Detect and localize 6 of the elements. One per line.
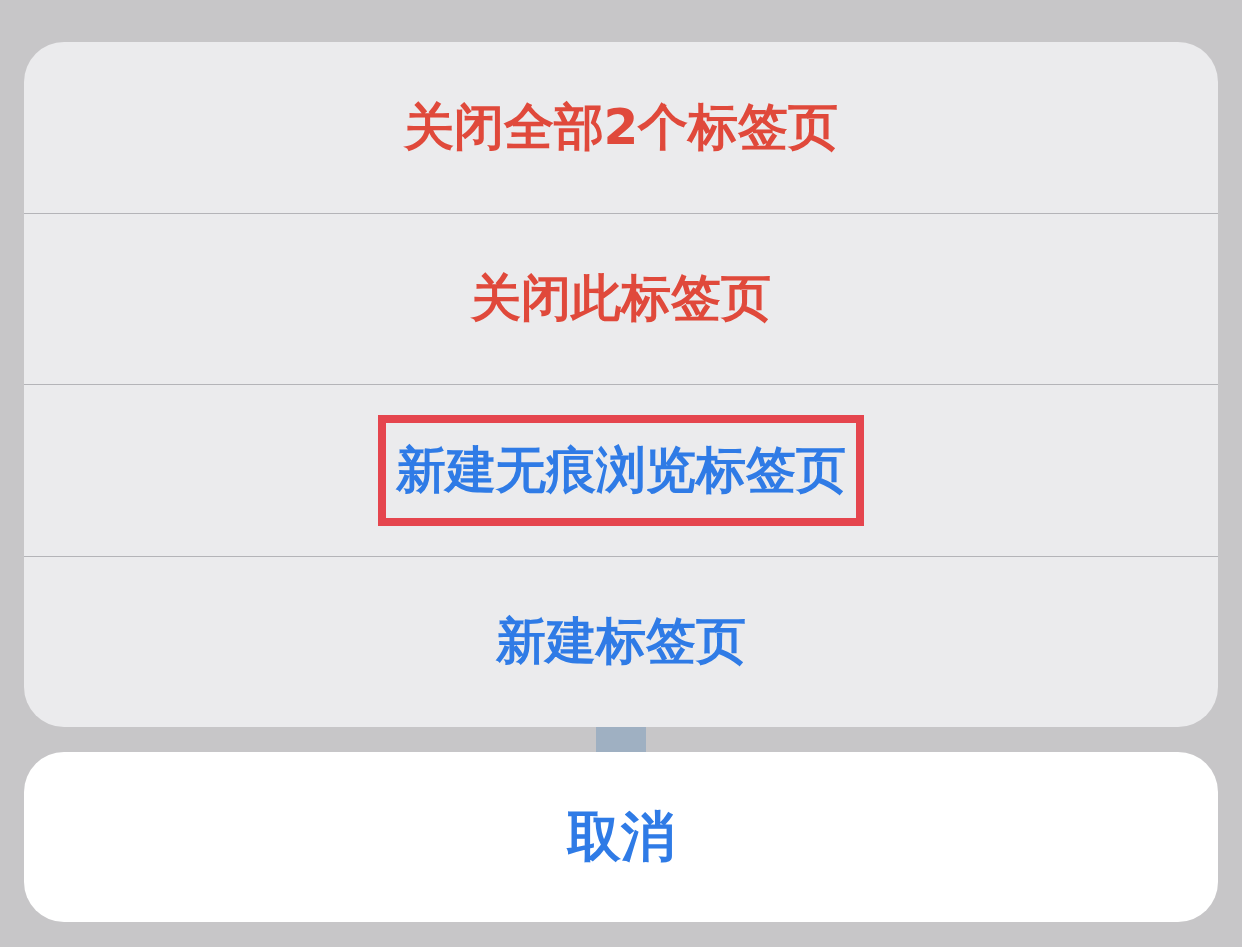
background-bar xyxy=(596,727,646,752)
menu-item[interactable]: 关闭全部2个标签页 xyxy=(385,71,857,183)
menu-item[interactable]: 关闭此标签页 xyxy=(453,243,789,355)
menu-item[interactable]: 新建无痕浏览标签页 xyxy=(378,414,864,526)
cancel-button[interactable]: 取消 xyxy=(24,752,1218,922)
menu-item[interactable]: 新建标签页 xyxy=(478,586,764,698)
